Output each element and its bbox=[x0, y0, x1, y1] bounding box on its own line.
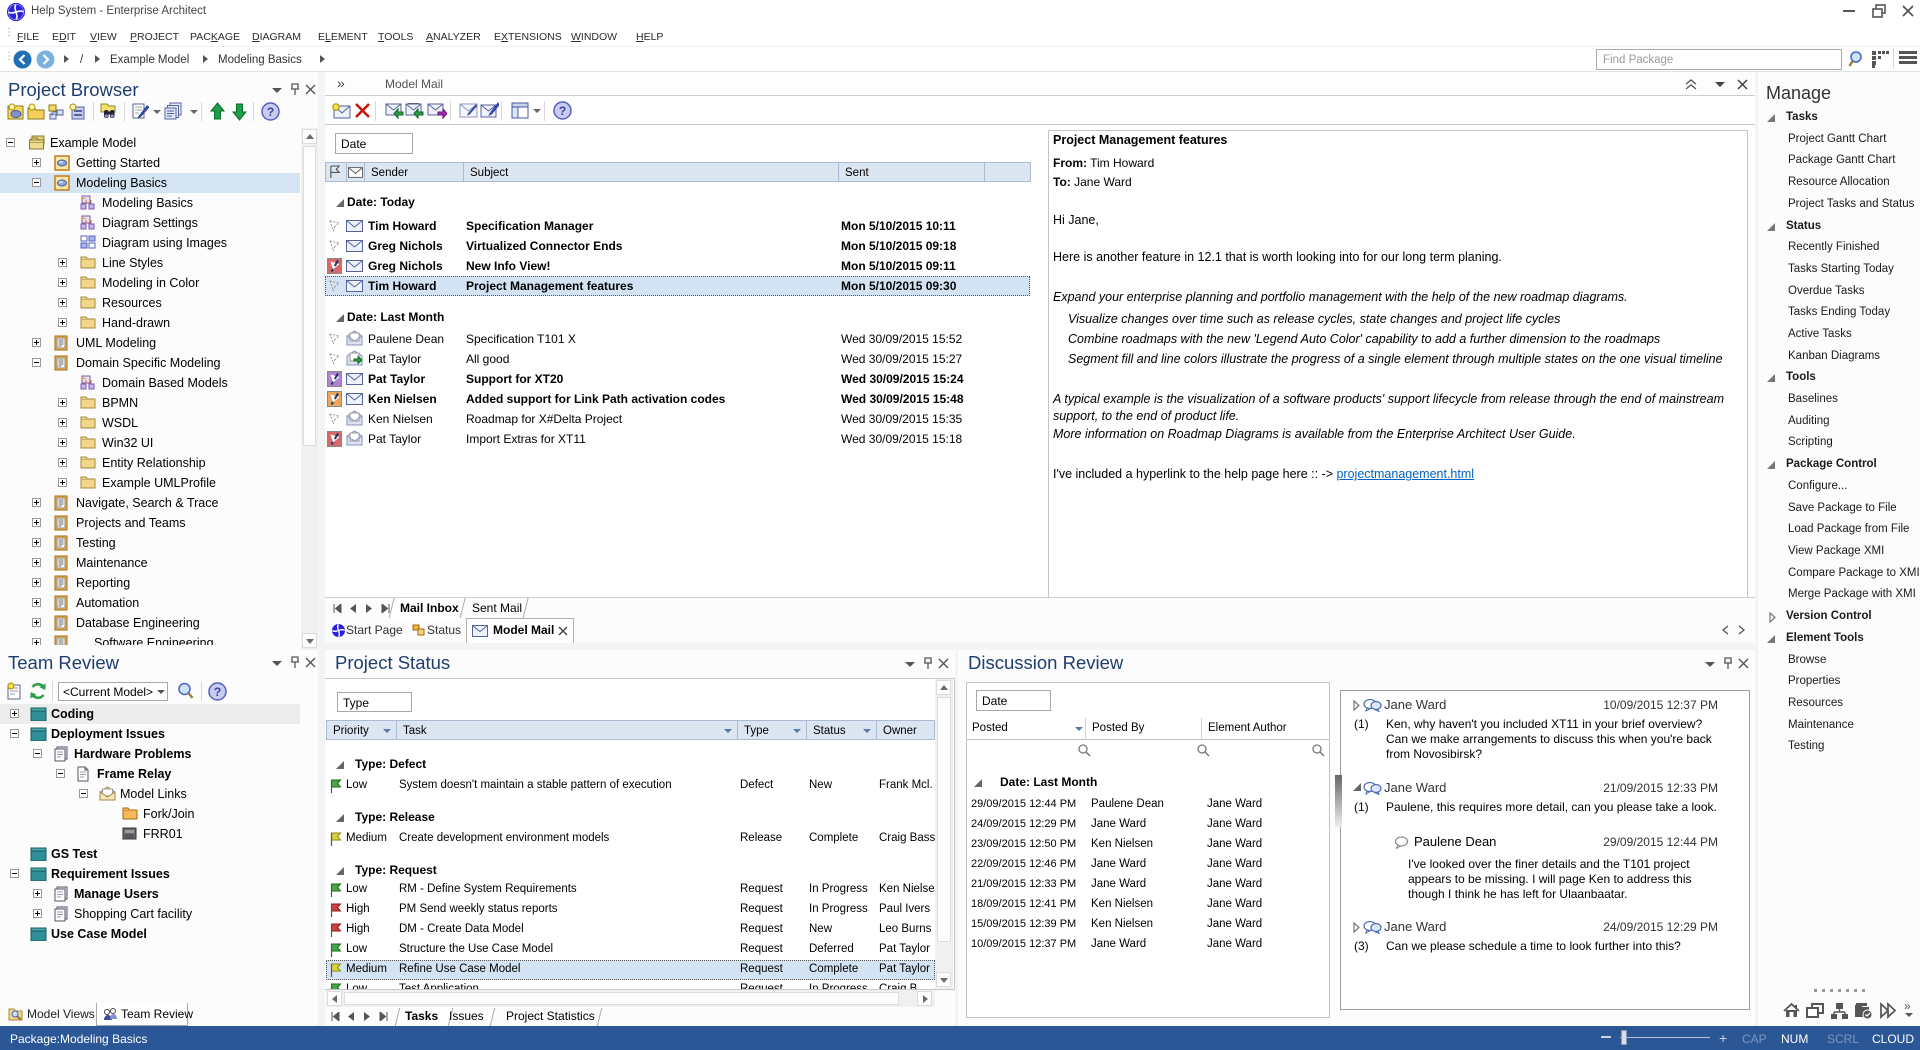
svg-text:?: ? bbox=[214, 685, 221, 699]
svg-text:?: ? bbox=[559, 104, 566, 118]
svg-text:?: ? bbox=[267, 105, 274, 119]
